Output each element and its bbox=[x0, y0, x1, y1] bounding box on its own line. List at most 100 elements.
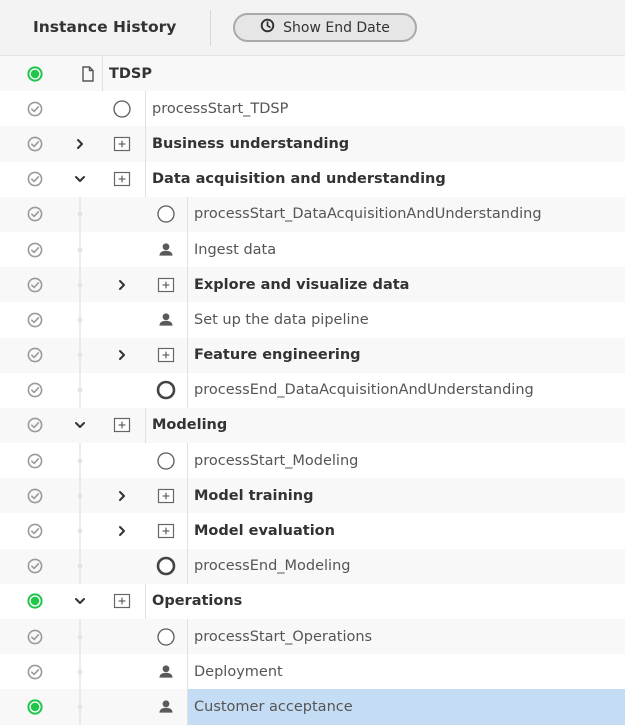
status-completed-icon bbox=[26, 205, 44, 223]
tree-row[interactable]: processStart_Modeling bbox=[0, 443, 625, 479]
row-label: processStart_TDSP bbox=[145, 91, 625, 127]
tree-row[interactable]: Model evaluation bbox=[0, 513, 625, 549]
row-label: processStart_Modeling bbox=[187, 443, 625, 479]
tree-row[interactable]: Modeling bbox=[0, 407, 625, 444]
tree-row[interactable]: Data acquisition and understanding bbox=[0, 161, 625, 197]
status-completed-icon bbox=[26, 452, 44, 470]
subprocess-icon bbox=[156, 275, 176, 295]
tree-connector-dot bbox=[77, 493, 83, 499]
status-completed-icon bbox=[26, 628, 44, 646]
subprocess-icon bbox=[112, 169, 132, 189]
end-event-icon bbox=[156, 556, 176, 576]
tree-row[interactable]: Feature engineering bbox=[0, 337, 625, 373]
status-completed-icon bbox=[26, 170, 44, 188]
row-label: Operations bbox=[145, 583, 625, 619]
subprocess-icon bbox=[112, 134, 132, 154]
subprocess-icon bbox=[156, 345, 176, 365]
tree-connector-dot bbox=[77, 528, 83, 534]
tree-row[interactable]: Operations bbox=[0, 583, 625, 619]
status-completed-icon bbox=[26, 135, 44, 153]
tree-row[interactable]: processStart_Operations bbox=[0, 619, 625, 655]
tree-row[interactable]: Deployment bbox=[0, 654, 625, 690]
start-event-icon bbox=[156, 451, 176, 471]
row-label: Explore and visualize data bbox=[187, 267, 625, 303]
tree-row[interactable]: processStart_DataAcquisitionAndUnderstan… bbox=[0, 196, 625, 232]
status-completed-icon bbox=[26, 100, 44, 118]
row-label: Data acquisition and understanding bbox=[145, 161, 625, 197]
instance-history-header: Instance History Show End Date bbox=[0, 0, 625, 56]
user-task-icon bbox=[156, 310, 176, 330]
clock-icon bbox=[260, 18, 275, 37]
tree-connector-dot bbox=[77, 387, 83, 393]
status-completed-icon bbox=[26, 663, 44, 681]
tree-row[interactable]: Set up the data pipeline bbox=[0, 302, 625, 338]
status-active-icon bbox=[26, 698, 44, 716]
row-label: Set up the data pipeline bbox=[187, 302, 625, 338]
status-completed-icon bbox=[26, 311, 44, 329]
status-completed-icon bbox=[26, 276, 44, 294]
chevron-right-icon[interactable] bbox=[115, 278, 129, 292]
tree-row[interactable]: Business understanding bbox=[0, 126, 625, 162]
header-divider bbox=[210, 10, 211, 46]
user-task-icon bbox=[156, 240, 176, 260]
end-event-icon bbox=[156, 380, 176, 400]
instance-tree: TDSP processStart_TDSP Business understand… bbox=[0, 56, 625, 725]
tree-row[interactable]: Ingest data bbox=[0, 231, 625, 268]
tree-connector-dot bbox=[77, 211, 83, 217]
row-label: processStart_Operations bbox=[187, 619, 625, 655]
row-label: Deployment bbox=[187, 654, 625, 690]
panel-title: Instance History bbox=[33, 18, 177, 36]
row-label: Business understanding bbox=[145, 126, 625, 162]
subprocess-icon bbox=[112, 591, 132, 611]
tree-connector-dot bbox=[77, 563, 83, 569]
subprocess-icon bbox=[156, 486, 176, 506]
tree-connector-dot bbox=[77, 317, 83, 323]
chevron-right-icon[interactable] bbox=[115, 489, 129, 503]
status-completed-icon bbox=[26, 241, 44, 259]
user-task-icon bbox=[156, 697, 176, 717]
document-icon bbox=[78, 64, 98, 84]
subprocess-icon bbox=[112, 415, 132, 435]
start-event-icon bbox=[112, 99, 132, 119]
tree-connector-dot bbox=[77, 458, 83, 464]
status-completed-icon bbox=[26, 522, 44, 540]
subprocess-icon bbox=[156, 521, 176, 541]
status-completed-icon bbox=[26, 346, 44, 364]
tree-row[interactable]: processEnd_Modeling bbox=[0, 548, 625, 584]
tree-connector-dot bbox=[77, 669, 83, 675]
row-label: Model training bbox=[187, 478, 625, 514]
row-label: Customer acceptance bbox=[187, 689, 625, 725]
row-label: Feature engineering bbox=[187, 337, 625, 373]
show-end-date-button[interactable]: Show End Date bbox=[233, 13, 417, 42]
status-completed-icon bbox=[26, 557, 44, 575]
status-completed-icon bbox=[26, 487, 44, 505]
start-event-icon bbox=[156, 204, 176, 224]
tree-connector-dot bbox=[77, 704, 83, 710]
row-label: Modeling bbox=[145, 407, 625, 444]
chevron-right-icon[interactable] bbox=[115, 524, 129, 538]
status-completed-icon bbox=[26, 416, 44, 434]
user-task-icon bbox=[156, 662, 176, 682]
row-label: Ingest data bbox=[187, 231, 625, 268]
row-label: processEnd_DataAcquisitionAndUnderstandi… bbox=[187, 372, 625, 408]
row-label: TDSP bbox=[102, 56, 625, 92]
chevron-down-icon[interactable] bbox=[73, 418, 87, 432]
status-active-icon bbox=[26, 592, 44, 610]
tree-row[interactable]: Explore and visualize data bbox=[0, 267, 625, 303]
show-end-date-label: Show End Date bbox=[283, 19, 390, 36]
tree-connector-dot bbox=[77, 352, 83, 358]
chevron-right-icon[interactable] bbox=[115, 348, 129, 362]
chevron-down-icon[interactable] bbox=[73, 172, 87, 186]
row-label: processStart_DataAcquisitionAndUnderstan… bbox=[187, 196, 625, 232]
tree-row[interactable]: TDSP bbox=[0, 56, 625, 92]
tree-row[interactable]: Model training bbox=[0, 478, 625, 514]
tree-connector-dot bbox=[77, 634, 83, 640]
chevron-down-icon[interactable] bbox=[73, 594, 87, 608]
tree-row[interactable]: processEnd_DataAcquisitionAndUnderstandi… bbox=[0, 372, 625, 408]
tree-connector-dot bbox=[77, 282, 83, 288]
tree-row[interactable]: processStart_TDSP bbox=[0, 91, 625, 127]
tree-row-selected[interactable]: Customer acceptance bbox=[0, 689, 625, 725]
chevron-right-icon[interactable] bbox=[73, 137, 87, 151]
tree-connector-dot bbox=[77, 247, 83, 253]
row-label: processEnd_Modeling bbox=[187, 548, 625, 584]
